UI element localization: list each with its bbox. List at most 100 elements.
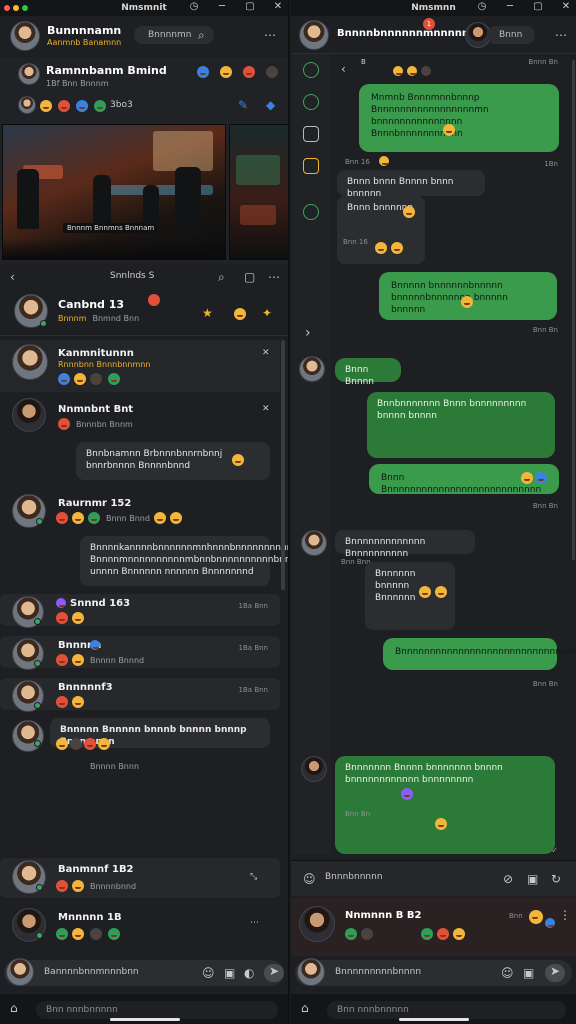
avatar[interactable] xyxy=(299,20,329,50)
home-icon[interactable]: ⌂ xyxy=(301,1001,309,1015)
image-icon[interactable]: ▣ xyxy=(523,966,534,980)
message-meta: Rnnnbnn Bnnnbnnmnn xyxy=(58,360,151,369)
clock-icon[interactable]: ◷ xyxy=(476,1,488,12)
message-composer[interactable]: ☺ Bnnnbnnnnn ⊘ ▣ ↻ xyxy=(291,860,576,896)
emoji-icon xyxy=(421,66,431,76)
chat-icon[interactable] xyxy=(303,94,319,110)
list-item[interactable]: Raurnmr 152 Bnnn Bnnd Bnnnnkannnnbnnnnnn… xyxy=(0,492,288,590)
pen-icon[interactable]: ✎ xyxy=(238,98,248,112)
emoji-icon[interactable]: ☺ xyxy=(303,872,316,886)
conversation-header[interactable]: Canbnd 13 Bnnnm Bnmnd Bnn ★ ✦ xyxy=(0,290,288,336)
image-icon xyxy=(90,373,102,385)
search-icon[interactable]: ⌕ xyxy=(218,270,225,284)
online-indicator xyxy=(36,932,43,939)
emoji-icon[interactable] xyxy=(220,66,232,78)
back-icon[interactable]: ‹ xyxy=(10,270,15,284)
puzzle-icon[interactable]: ✦ xyxy=(262,306,272,320)
dismiss-icon[interactable]: ✕ xyxy=(262,402,270,416)
send-icon[interactable]: ➤ xyxy=(545,964,565,982)
bookmark-icon[interactable] xyxy=(303,126,319,142)
avatar[interactable] xyxy=(10,21,40,51)
globe-icon[interactable] xyxy=(197,66,209,78)
search-icon[interactable]: ⌕ xyxy=(198,28,205,42)
list-item[interactable]: Banmnnf 1B2 Bnnnnbnnd ⤡ xyxy=(0,858,280,898)
mail-icon xyxy=(90,928,102,940)
maximize-icon[interactable]: ▢ xyxy=(244,1,256,12)
bottom-search[interactable]: Bnn nnnbnnnnn xyxy=(36,1001,278,1019)
back-icon[interactable]: ‹ xyxy=(341,62,346,76)
dismiss-icon[interactable]: ✕ xyxy=(262,346,270,360)
more-icon[interactable]: ⋯ xyxy=(250,916,259,930)
star-icon xyxy=(40,100,52,112)
image-icon[interactable]: ▣ xyxy=(527,872,538,886)
host-avatar[interactable] xyxy=(18,63,40,85)
stream-video[interactable]: Bnnnm Bnnmns Bnnnam xyxy=(2,124,226,260)
list-item[interactable]: Kanmnitunnn Rnnnbnn Bnnnbnnmnn ✕ xyxy=(0,340,280,392)
collapse-icon[interactable]: ⤡ xyxy=(250,870,257,884)
reaction-icon[interactable] xyxy=(243,66,255,78)
conversation-nav-title: Snnlnds S xyxy=(110,271,155,281)
maximize-icon[interactable]: ▢ xyxy=(532,1,544,12)
compass-icon[interactable] xyxy=(303,62,319,78)
list-item[interactable]: Nnmnbnt Bnt Bnnnbn Bnnm ✕ Bnnbnamnn Brbn… xyxy=(0,396,280,486)
bottom-search[interactable]: Bnn nnnbnnnnn xyxy=(327,1001,566,1019)
online-indicator xyxy=(40,320,47,327)
calendar-icon[interactable] xyxy=(303,158,319,174)
header-action-button[interactable]: Bnnn xyxy=(487,26,535,44)
timestamp: Bnn Bn xyxy=(532,502,558,510)
badge-icon xyxy=(56,598,66,608)
home-icon[interactable]: ⌂ xyxy=(10,1001,18,1015)
more-icon[interactable]: ⋯ xyxy=(555,28,567,42)
bottom-composer[interactable]: Bnnnnnnnnnbnnnn ☺ ▣ ➤ xyxy=(295,958,572,986)
read-receipt-icon: ✓ xyxy=(551,846,558,855)
notification-card[interactable]: Nnmnnn B B2 Bnn ⋮ xyxy=(291,898,576,956)
diamond-icon[interactable]: ◆ xyxy=(266,98,275,112)
avatar xyxy=(301,756,327,782)
left-rail: › xyxy=(291,54,331,854)
conversation-sub: Bnmnd Bnn xyxy=(92,314,140,323)
list-item[interactable]: Bnnnnn Bnnnn Bnnnd 1Ba Bnn xyxy=(0,636,280,670)
more-icon[interactable]: ⋯ xyxy=(264,28,276,42)
window-icon[interactable]: ▢ xyxy=(244,270,255,284)
list-item[interactable]: Bnnnnnf3 1Ba Bnn xyxy=(0,678,280,712)
more-icon[interactable]: ⋯ xyxy=(268,270,280,284)
scrollbar[interactable] xyxy=(281,340,285,590)
scrollbar[interactable] xyxy=(572,60,575,560)
notification-name: Nnmnnn B B2 xyxy=(345,910,422,921)
avatar xyxy=(297,958,325,986)
expand-icon[interactable]: › xyxy=(305,326,311,340)
stream-meta: 1Bf Bnn Bnnnm xyxy=(46,79,109,88)
attach-icon[interactable]: ⊘ xyxy=(503,872,513,886)
message-author: Raurnmr 152 xyxy=(58,498,132,509)
avatar xyxy=(299,356,325,382)
list-item[interactable]: Bnnnnn Bnnnnn bnnnb bnnnn bnnnp Bnnnmnnn… xyxy=(0,718,280,772)
refresh-icon[interactable] xyxy=(303,204,319,220)
emoji-icon xyxy=(393,66,403,76)
leaf-icon xyxy=(421,928,433,940)
gift-icon[interactable] xyxy=(266,66,278,78)
send-icon[interactable]: ➤ xyxy=(264,964,284,982)
clock-icon[interactable]: ◷ xyxy=(188,1,200,12)
minimize-icon[interactable]: ─ xyxy=(216,1,228,12)
minimize-icon[interactable]: ─ xyxy=(504,1,516,12)
stream-side-video[interactable] xyxy=(229,124,288,260)
home-indicator xyxy=(110,1018,180,1021)
close-icon[interactable]: ✕ xyxy=(272,1,284,12)
emoji-icon[interactable]: ☺ xyxy=(501,966,514,980)
image-icon[interactable]: ▣ xyxy=(224,966,235,980)
message-composer[interactable]: Bannnnbnnmnnnbnn ☺ ▣ ◐ ➤ xyxy=(4,958,284,986)
message-author: Snnnd 163 xyxy=(70,598,131,609)
profile-emoji-icon[interactable] xyxy=(234,308,246,320)
refresh-icon[interactable]: ↻ xyxy=(551,872,561,886)
more-icon[interactable]: ⋮ xyxy=(559,908,571,922)
emoji-icon xyxy=(98,738,110,750)
list-item[interactable]: Mnnnnn 1B ⋯ xyxy=(0,906,280,950)
right-header: Bnnnnbnnnnnnmnnnnnnnl 1 Bnnn ⋯ xyxy=(291,16,576,54)
close-icon[interactable]: ✕ xyxy=(560,1,572,12)
emoji-icon xyxy=(154,512,166,524)
emoji-icon[interactable]: ☺ xyxy=(202,966,215,980)
gif-icon[interactable]: ◐ xyxy=(244,966,254,980)
list-item[interactable]: Snnnd 163 1Ba Bnn xyxy=(0,594,280,628)
viewer-count: 3bo3 xyxy=(110,100,133,110)
star-icon[interactable]: ★ xyxy=(202,306,213,320)
